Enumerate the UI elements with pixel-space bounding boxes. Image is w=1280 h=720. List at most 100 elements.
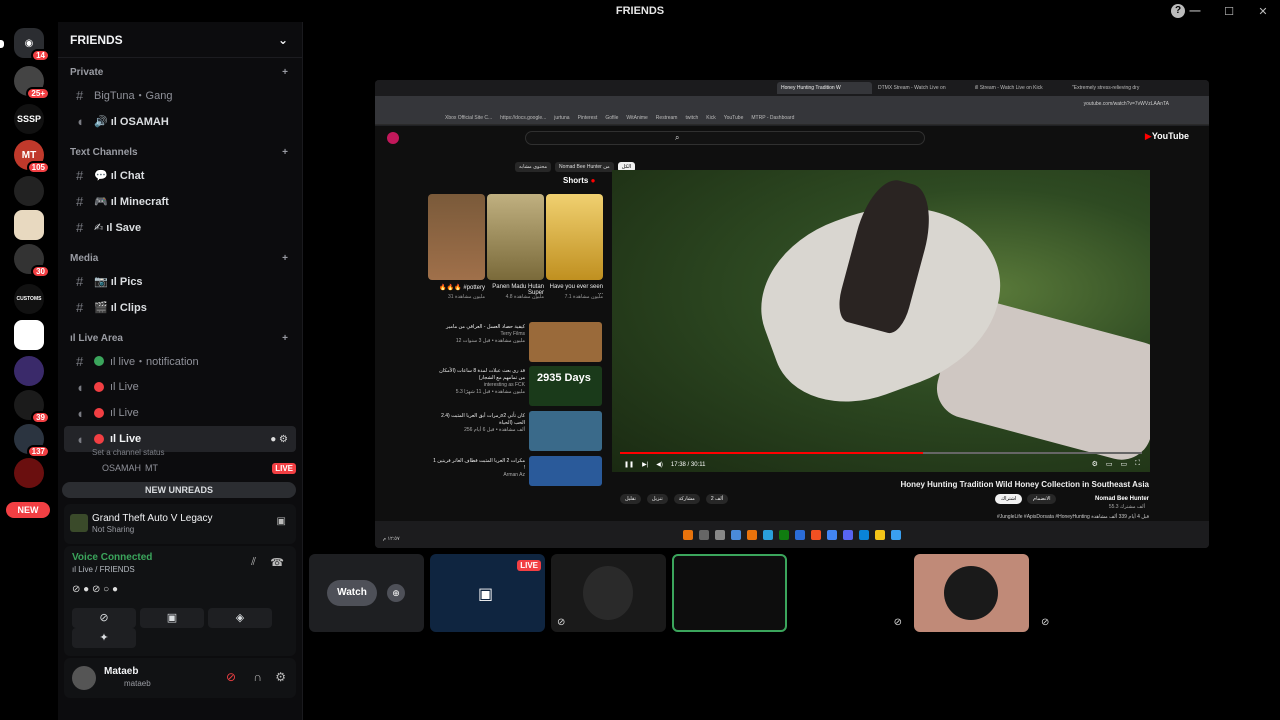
popout-icon[interactable]: ⊕ xyxy=(387,584,405,602)
chat-icon[interactable]: ● ⚙ xyxy=(270,434,288,445)
bookmark[interactable]: YouTube xyxy=(724,115,744,121)
youtube-logo[interactable]: ▶YouTube xyxy=(1145,131,1189,142)
noise-suppression-icon[interactable]: ⫽ xyxy=(251,556,256,569)
channel-avatar[interactable] xyxy=(387,132,399,144)
browser-tab[interactable]: DTMX Stream - Watch Live on xyxy=(874,82,969,94)
maximize-button[interactable]: ☐ xyxy=(1212,5,1246,18)
server-icon[interactable] xyxy=(14,320,44,350)
minimize-button[interactable]: — xyxy=(1178,5,1212,17)
recommended-thumbnail[interactable] xyxy=(529,456,602,486)
next-icon[interactable]: ▶| xyxy=(642,461,648,468)
theater-icon[interactable]: ▭ xyxy=(1120,460,1127,468)
channel-live-1[interactable]: ◖ ıl Live xyxy=(64,374,296,400)
bookmark[interactable]: Gofile xyxy=(605,115,618,121)
join-button[interactable]: الانضمام xyxy=(1027,494,1057,504)
server-icon[interactable]: 39 xyxy=(14,390,50,424)
short-thumbnail[interactable] xyxy=(428,194,485,280)
channel-chat[interactable]: # 💬 ıl Chat xyxy=(64,162,296,188)
home-button[interactable]: ◉ 14 xyxy=(14,28,50,62)
chip[interactable]: محتوى مشابه xyxy=(515,162,552,172)
recommended-info[interactable]: كيفية حصاد العسل - العراقي من مامير Terry… xyxy=(433,324,525,345)
channel-clips[interactable]: # 🎬 ıl Clips xyxy=(64,294,296,320)
activity-button[interactable]: ◈ xyxy=(208,608,272,628)
plus-icon[interactable]: + xyxy=(282,67,288,78)
voice-location[interactable]: ıl Live / FRIENDS xyxy=(72,565,135,574)
bookmark[interactable]: https://docs.google... xyxy=(500,115,546,121)
channel-status[interactable]: Set a channel status xyxy=(58,448,302,460)
server-icon[interactable]: 30 xyxy=(14,244,50,278)
bookmark[interactable]: Pinterest xyxy=(578,115,598,121)
channel-live-notification[interactable]: # ıl live・notification xyxy=(64,348,296,374)
video-progress-bar[interactable] xyxy=(620,452,1142,454)
chip[interactable]: Nomad Bee Hunter من xyxy=(555,162,614,172)
bookmark[interactable]: Kick xyxy=(706,115,715,121)
disconnect-icon[interactable]: ☎ xyxy=(270,556,284,569)
video-description[interactable]: #JungleLife #ApisDorsata #HoneyHunting ق… xyxy=(997,514,1149,520)
new-button[interactable]: NEW xyxy=(6,502,50,518)
youtube-search-input[interactable] xyxy=(525,131,925,145)
participant-tile[interactable]: ⊘ ⚔ xyxy=(793,554,908,632)
subscribe-button[interactable]: اشتراك xyxy=(995,494,1023,504)
bookmark[interactable]: MTRP - Dashboard xyxy=(751,115,794,121)
volume-icon[interactable]: ◀) xyxy=(656,461,663,468)
screen-share-icon[interactable]: ▣ xyxy=(277,516,286,527)
plus-icon[interactable]: + xyxy=(282,253,288,264)
server-icon[interactable]: 25+ xyxy=(14,66,50,100)
plus-icon[interactable]: + xyxy=(282,147,288,158)
avatar[interactable] xyxy=(72,666,96,690)
camera-button[interactable]: ⊘ xyxy=(72,608,136,628)
address-bar[interactable]: youtube.com/watch?v=7vWVzLAAnTA xyxy=(375,96,1209,112)
participant-tile[interactable]: ⊘ xyxy=(551,554,666,632)
server-icon[interactable] xyxy=(14,356,44,386)
watch-button[interactable]: Watch xyxy=(327,580,377,606)
recommended-thumbnail[interactable] xyxy=(529,411,602,451)
bookmark[interactable]: twitch xyxy=(685,115,698,121)
channel-osamah[interactable]: ◖ 🔊 ıl OSAMAH xyxy=(64,108,296,134)
channel-minecraft[interactable]: # 🎮 ıl Minecraft xyxy=(64,188,296,214)
recommended-info[interactable]: زمرات أبق العربا المثبت (2.4x2 كان تأتي … xyxy=(433,413,525,434)
category-text[interactable]: Text Channels + xyxy=(58,142,302,162)
browser-tab[interactable]: ill Stream - Watch Live on Kick xyxy=(971,82,1066,94)
category-media[interactable]: Media + xyxy=(58,248,302,268)
share-screen-button[interactable]: ▣ xyxy=(140,608,204,628)
recommended-info[interactable]: قد رى بعث عبلات لمدة 8 ساعات (الأمكان من… xyxy=(433,368,525,396)
channel-pics[interactable]: # 📷 ıl Pics xyxy=(64,268,296,294)
server-icon[interactable]: CUSTOMS xyxy=(14,284,44,314)
gear-icon[interactable]: ⚙ xyxy=(275,670,286,684)
browser-tab[interactable]: "Extremely stress-relieving dry xyxy=(1068,82,1163,94)
short-thumbnail[interactable] xyxy=(487,194,544,280)
browser-tab[interactable]: Honey Hunting Tradition W xyxy=(777,82,872,94)
plus-icon[interactable]: + xyxy=(282,333,288,344)
pause-icon[interactable]: ❚❚ xyxy=(624,461,634,468)
channel-bigtuna[interactable]: # BigTuna・Gang xyxy=(64,82,296,108)
short-thumbnail[interactable] xyxy=(546,194,603,280)
fullscreen-icon[interactable]: ⛶ xyxy=(1135,460,1140,468)
soundboard-button[interactable]: ✦ xyxy=(72,628,136,648)
download-button[interactable]: تنزيل xyxy=(646,494,668,504)
headset-icon[interactable]: ∩ xyxy=(253,670,262,684)
clip-button[interactable]: تقليل xyxy=(620,494,641,504)
short-title[interactable]: 🔥🔥🔥 #pottery xyxy=(428,284,485,291)
miniplayer-icon[interactable]: ▭ xyxy=(1106,460,1113,468)
voice-member[interactable]: OSAMAH MT LIVE xyxy=(64,460,296,476)
participant-tile[interactable] xyxy=(914,554,1029,632)
new-unreads-button[interactable]: NEW UNREADS xyxy=(62,482,296,498)
mic-muted-icon[interactable]: ⊘ xyxy=(226,670,236,684)
category-private[interactable]: Private + xyxy=(58,62,302,82)
channel-save[interactable]: # ✍ ıl Save xyxy=(64,214,296,240)
bookmark[interactable]: jurtuna xyxy=(554,115,569,121)
like-button[interactable]: 2 ألف xyxy=(705,494,729,504)
recommended-info[interactable]: مكرات 2 العربا المثبت فطاف العاتر فريتين… xyxy=(433,458,525,479)
search-icon[interactable]: ⌕ xyxy=(675,133,679,143)
video-player[interactable]: ❚❚ ▶| ◀) 17:38 / 30:11 ⚙ ▭ ▭ ⛶ xyxy=(612,170,1150,472)
recommended-thumbnail[interactable]: 2935 Days xyxy=(529,366,602,406)
server-icon[interactable] xyxy=(14,458,44,488)
video-channel[interactable]: Nomad Bee Hunter xyxy=(1095,496,1149,502)
server-icon[interactable]: SSSP xyxy=(14,104,44,134)
bookmark[interactable]: WitAnime xyxy=(626,115,647,121)
guild-header[interactable]: FRIENDS ⌄ xyxy=(58,22,302,58)
close-button[interactable]: ✕ xyxy=(1246,5,1280,18)
server-icon[interactable]: 137 xyxy=(14,424,50,458)
settings-icon[interactable]: ⚙ xyxy=(1092,460,1098,468)
stream-tile[interactable]: LIVE ▣ xyxy=(430,554,545,632)
